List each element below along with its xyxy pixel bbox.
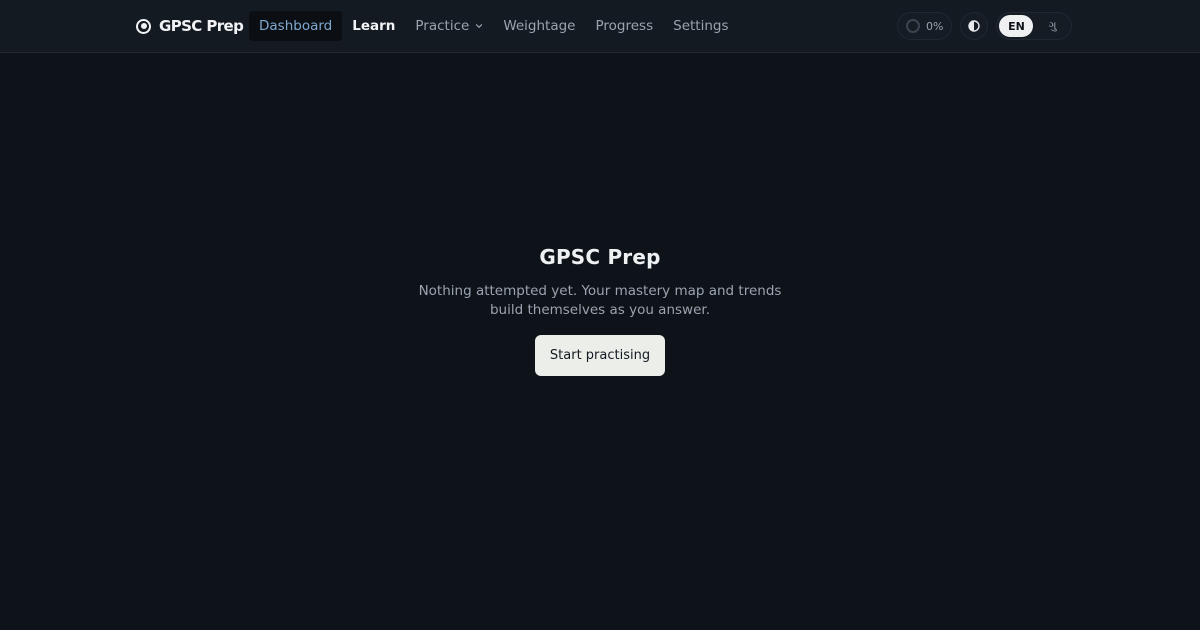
brand-name: GPSC Prep: [159, 17, 244, 35]
main-nav: Dashboard Learn Practice Weightage Progr…: [249, 11, 739, 41]
nav-item-label: Dashboard: [259, 18, 333, 34]
target-icon: [136, 18, 151, 34]
nav-item-settings[interactable]: Settings: [663, 11, 738, 41]
nav-item-weightage[interactable]: Weightage: [493, 11, 585, 41]
top-navigation-bar: GPSC Prep Dashboard Learn Practice Weigh…: [0, 0, 1200, 53]
lang-option-gu[interactable]: ગુ: [1035, 15, 1069, 37]
empty-state-description: Nothing attempted yet. Your mastery map …: [418, 283, 782, 318]
nav-item-label: Weightage: [503, 18, 576, 34]
nav-item-progress[interactable]: Progress: [586, 11, 664, 41]
lang-option-en[interactable]: EN: [999, 15, 1034, 37]
nav-item-label: Progress: [595, 18, 654, 34]
toolbar-right: 0% EN ગુ: [897, 12, 1073, 40]
start-practising-button[interactable]: Start practising: [535, 335, 665, 376]
contrast-icon: [968, 20, 981, 32]
nav-item-learn[interactable]: Learn: [342, 11, 405, 41]
overall-progress-pill[interactable]: 0%: [897, 12, 953, 40]
progress-percent: 0%: [926, 19, 944, 33]
chevron-down-icon: [476, 24, 483, 28]
app-root: GPSC Prep Dashboard Learn Practice Weigh…: [0, 0, 1200, 630]
target-icon-dot: [140, 23, 147, 29]
language-toggle: EN ગુ: [996, 12, 1073, 40]
theme-toggle-button[interactable]: [960, 12, 989, 40]
nav-item-label: Settings: [673, 18, 729, 34]
brand-logo-link[interactable]: GPSC Prep: [136, 13, 244, 39]
empty-state: GPSC Prep Nothing attempted yet. Your ma…: [0, 243, 1200, 376]
progress-ring-icon: [906, 19, 920, 33]
nav-item-dashboard[interactable]: Dashboard: [249, 11, 343, 41]
nav-item-label: Learn: [352, 18, 396, 34]
nav-item-practice[interactable]: Practice: [405, 11, 493, 41]
empty-state-title: GPSC Prep: [539, 245, 661, 269]
nav-item-label: Practice: [415, 18, 470, 34]
